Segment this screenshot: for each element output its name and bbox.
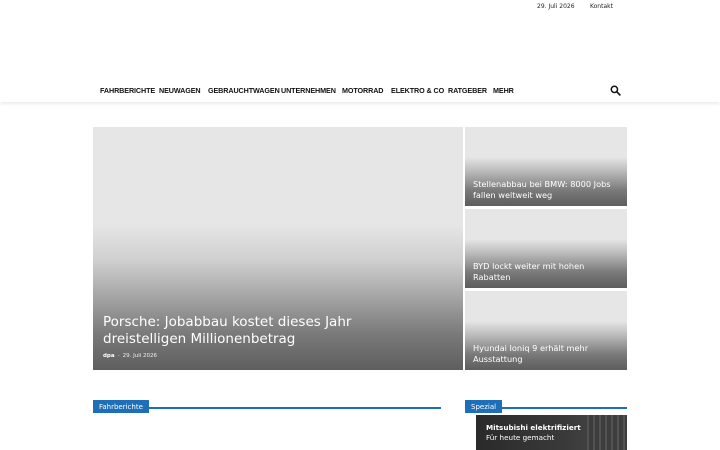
promo-banner[interactable]: Mitsubishi elektrifiziert Für heute gema… bbox=[476, 415, 627, 450]
nav-item-neuwagen[interactable]: NEUWAGEN bbox=[159, 86, 201, 95]
nav-item-gebrauchtwagen[interactable]: GEBRAUCHTWAGEN bbox=[208, 86, 280, 95]
hero-article[interactable]: Porsche: Jobabbau kostet dieses Jahr dre… bbox=[93, 127, 463, 370]
top-bar: 29. Juli 2026 Kontakt bbox=[0, 0, 720, 14]
main-navigation: FAHRBERICHTE NEUWAGEN GEBRAUCHTWAGEN UNT… bbox=[0, 80, 720, 102]
hero-article-author[interactable]: dpa bbox=[103, 353, 115, 359]
side-article-3[interactable]: Hyundai Ioniq 9 erhält mehr Ausstattung bbox=[465, 291, 627, 370]
side-article-2[interactable]: BYD lockt weiter mit hohen Rabatten bbox=[465, 209, 627, 288]
hero-article-title[interactable]: Porsche: Jobabbau kostet dieses Jahr dre… bbox=[103, 314, 433, 348]
section-header-fahrberichte: Fahrberichte bbox=[93, 394, 441, 413]
meta-separator: - bbox=[117, 353, 120, 359]
contact-link[interactable]: Kontakt bbox=[590, 3, 613, 10]
promo-background-graphic bbox=[587, 415, 627, 450]
nav-item-ratgeber[interactable]: RATGEBER bbox=[448, 86, 487, 95]
section-label-fahrberichte[interactable]: Fahrberichte bbox=[93, 400, 149, 413]
side-article-1[interactable]: Stellenabbau bei BMW: 8000 Jobs fallen w… bbox=[465, 127, 627, 206]
nav-item-elektro[interactable]: ELEKTRO & CO bbox=[391, 86, 444, 95]
top-bar-date: 29. Juli 2026 bbox=[537, 3, 575, 10]
side-article-title[interactable]: Hyundai Ioniq 9 erhält mehr Ausstattung bbox=[473, 343, 619, 364]
promo-headline: Mitsubishi elektrifiziert bbox=[486, 423, 581, 432]
hero-article-meta: dpa -29. Juli 2026 bbox=[103, 353, 157, 359]
section-header-spezial: Spezial bbox=[465, 394, 627, 413]
side-article-title[interactable]: BYD lockt weiter mit hohen Rabatten bbox=[473, 261, 619, 282]
side-article-title[interactable]: Stellenabbau bei BMW: 8000 Jobs fallen w… bbox=[473, 179, 619, 200]
nav-item-mehr[interactable]: MEHR bbox=[493, 86, 514, 95]
promo-subline: Für heute gemacht bbox=[486, 433, 555, 442]
search-icon[interactable] bbox=[610, 85, 621, 96]
section-label-spezial[interactable]: Spezial bbox=[465, 400, 503, 413]
hero-article-date: 29. Juli 2026 bbox=[122, 353, 157, 359]
nav-item-fahrberichte[interactable]: FAHRBERICHTE bbox=[100, 86, 155, 95]
nav-item-unternehmen[interactable]: UNTERNEHMEN bbox=[281, 86, 336, 95]
nav-item-motorrad[interactable]: MOTORRAD bbox=[342, 86, 384, 95]
